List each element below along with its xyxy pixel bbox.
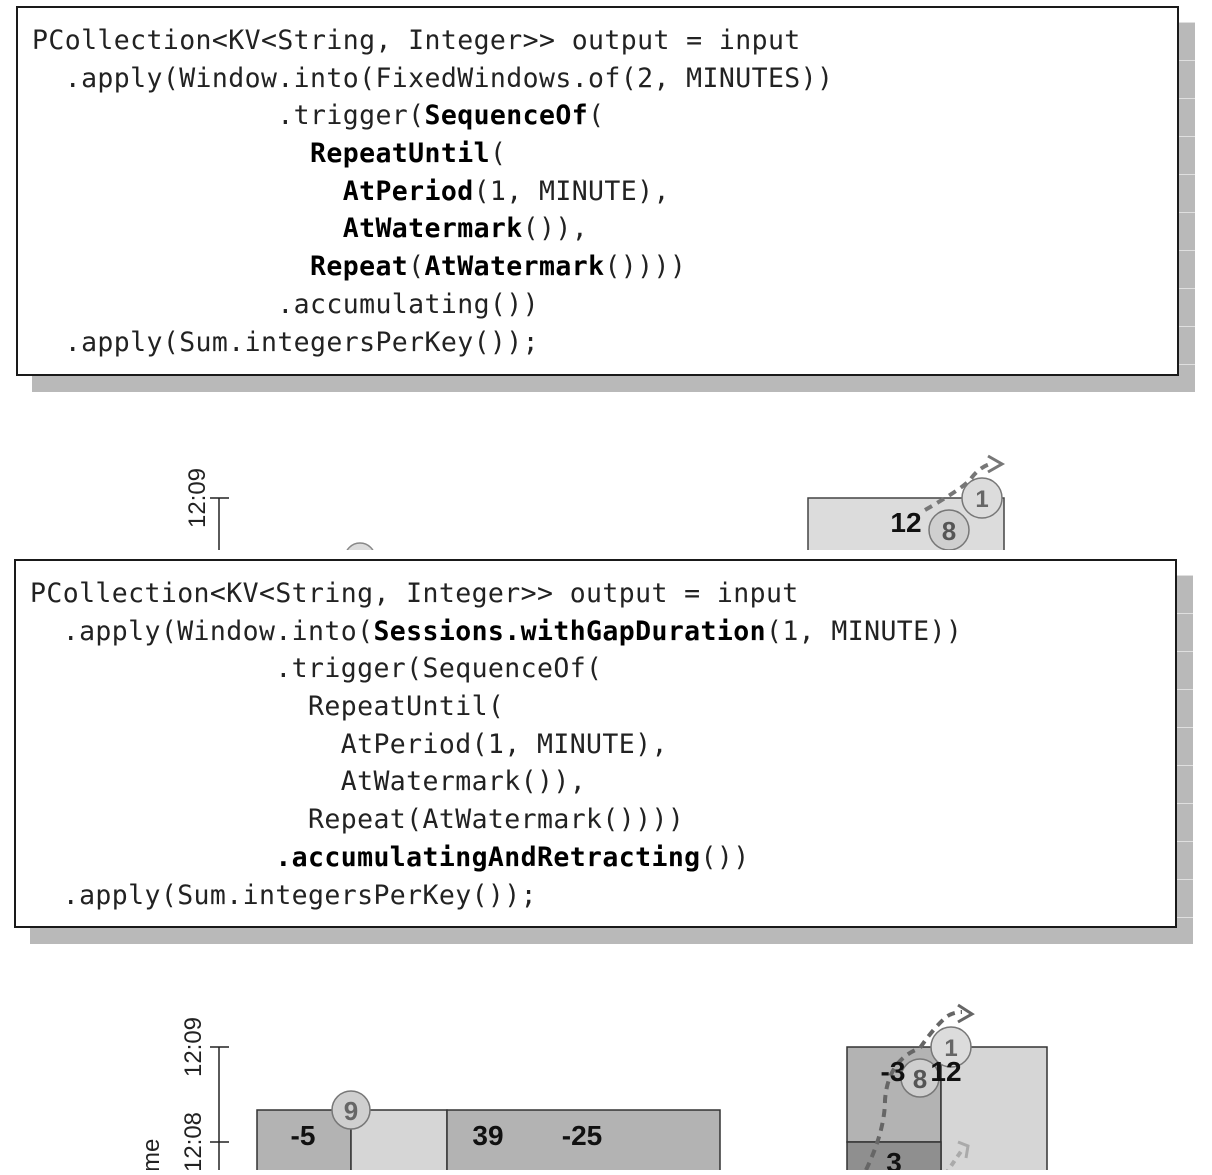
code-text: ()),	[522, 213, 589, 245]
code-text: .apply(Sum.integersPerKey());	[30, 879, 537, 911]
pane-value: -25	[562, 1120, 602, 1151]
marker-1: 1	[961, 477, 1003, 519]
code-text: .trigger(	[32, 100, 425, 132]
watermark-arrow-icon	[957, 1003, 975, 1024]
code-keyword: AtPeriod	[342, 175, 474, 207]
axis-title-fragment: me	[138, 1139, 165, 1170]
code-text: ())))	[604, 251, 687, 283]
code-text: (1, MINUTE))	[765, 615, 963, 647]
code-keyword: SequenceOf	[424, 100, 589, 132]
pane-value: 12	[930, 1056, 961, 1087]
code-line: AtWatermark()),	[32, 210, 1163, 248]
listing-1-lines: PCollection<KV<String, Integer>> output …	[32, 22, 1163, 361]
code-line: RepeatUntil(	[30, 688, 1161, 726]
code-line: .trigger(SequenceOf(	[32, 97, 1163, 135]
code-text: AtPeriod(1, MINUTE),	[30, 728, 668, 760]
axis-label-1209: 12:09	[180, 1017, 207, 1077]
code-line: .apply(Sum.integersPerKey());	[32, 324, 1163, 362]
code-text: (	[489, 138, 507, 170]
watermark-arrow-icon	[987, 454, 1006, 474]
left-panes: -5 39 -25 9	[256, 1090, 721, 1175]
code-keyword: Sessions.withGapDuration	[373, 615, 766, 647]
code-text: .apply(Window.into(	[30, 615, 374, 647]
time-axis-2: 12:09 12:08 me	[138, 1017, 229, 1172]
time-axis-1: 12:09	[184, 468, 229, 550]
marker-9: 9	[331, 1090, 371, 1130]
code-text: (	[588, 100, 605, 132]
code-line: .accumulating())	[32, 286, 1163, 324]
pane-value: -3	[881, 1056, 906, 1087]
code-line: .apply(Window.into(Sessions.withGapDurat…	[30, 613, 1161, 651]
code-line: .trigger(SequenceOf(	[30, 650, 1161, 688]
marker-8: 8	[928, 509, 970, 551]
code-text: Repeat(AtWatermark())))	[30, 804, 685, 836]
code-line: PCollection<KV<String, Integer>> output …	[30, 575, 1161, 613]
code-line: Repeat(AtWatermark())))	[32, 248, 1163, 286]
code-line: AtPeriod(1, MINUTE),	[32, 173, 1163, 211]
code-line: .accumulatingAndRetracting())	[30, 839, 1161, 877]
listing-1-box: PCollection<KV<String, Integer>> output …	[16, 6, 1179, 376]
code-line: Repeat(AtWatermark())))	[30, 801, 1161, 839]
pane-value: -5	[291, 1120, 316, 1151]
code-text: ())	[700, 841, 750, 873]
code-line: AtPeriod(1, MINUTE),	[30, 726, 1161, 764]
code-line: RepeatUntil(	[32, 135, 1163, 173]
pane-value: 39	[472, 1120, 503, 1151]
code-line: .apply(Sum.integersPerKey());	[30, 877, 1161, 915]
code-text: .apply(Window.into(FixedWindows.of(2, MI…	[32, 62, 834, 94]
svg-text:1: 1	[975, 486, 988, 513]
diagram-1: 12:09 12 8 1	[0, 450, 1212, 574]
pane-value: 3	[886, 1147, 902, 1170]
code-text: PCollection<KV<String, Integer>> output …	[30, 578, 799, 609]
svg-text:8: 8	[913, 1064, 927, 1094]
code-text: .accumulating())	[32, 288, 539, 320]
partial-marker-circle	[344, 542, 376, 574]
code-keyword: AtWatermark	[424, 251, 605, 283]
listing-2-lines: PCollection<KV<String, Integer>> output …	[30, 575, 1161, 914]
right-panes: 8 1 -3 12 3	[846, 1003, 1048, 1175]
code-line: PCollection<KV<String, Integer>> output …	[32, 22, 1163, 60]
code-keyword: AtWatermark	[342, 213, 523, 245]
code-text: RepeatUntil(	[30, 691, 505, 723]
code-keyword: .accumulatingAndRetracting	[275, 841, 701, 873]
listing-2-box: PCollection<KV<String, Integer>> output …	[14, 559, 1177, 928]
code-text: PCollection<KV<String, Integer>> output …	[32, 25, 801, 56]
code-keyword: Repeat	[310, 251, 409, 283]
code-text: (1, MINUTE),	[473, 175, 670, 207]
diagram-2: 12:09 12:08 me -5 39 -25 9 8 1 -3 12 3	[0, 1000, 1212, 1175]
code-line: .apply(Window.into(FixedWindows.of(2, MI…	[32, 60, 1163, 98]
code-text: (	[408, 251, 425, 283]
code-text: AtWatermark()),	[30, 766, 587, 798]
axis-label-1208: 12:08	[180, 1112, 207, 1170]
code-line: AtWatermark()),	[30, 763, 1161, 801]
svg-text:8: 8	[942, 516, 956, 546]
code-text: .apply(Sum.integersPerKey());	[32, 326, 539, 358]
code-text: .trigger(SequenceOf(	[30, 653, 603, 685]
pane-value-12: 12	[890, 507, 921, 538]
axis-label-1209: 12:09	[184, 468, 211, 528]
svg-text:9: 9	[344, 1096, 358, 1126]
code-keyword: RepeatUntil	[310, 138, 490, 170]
